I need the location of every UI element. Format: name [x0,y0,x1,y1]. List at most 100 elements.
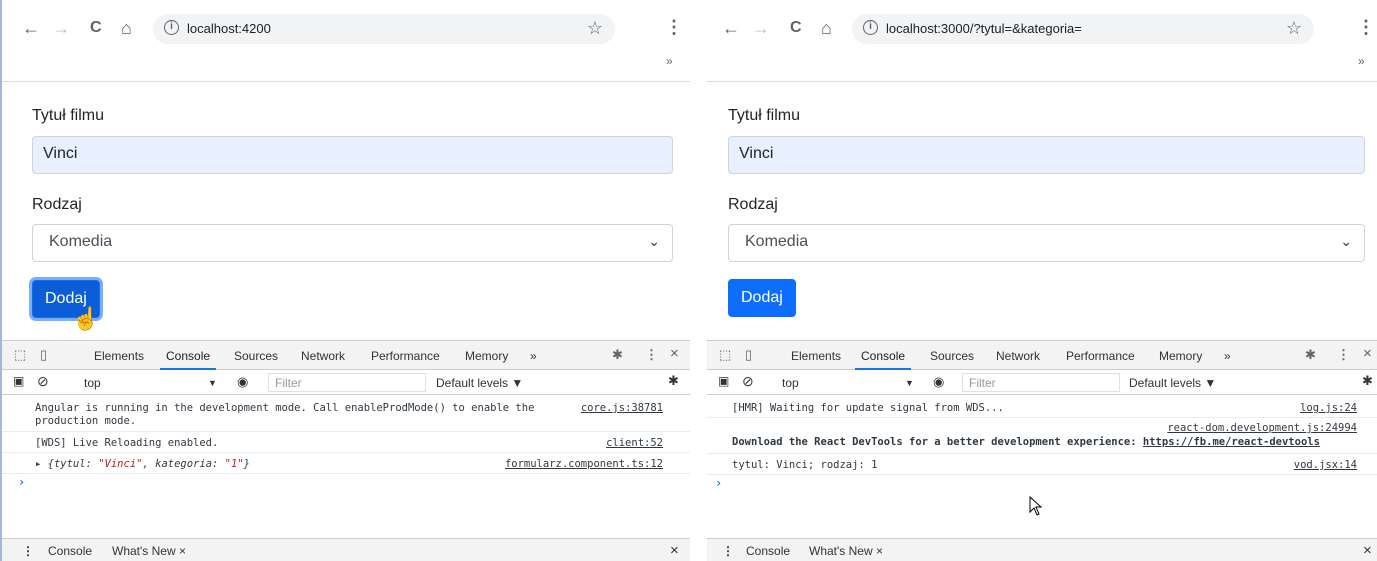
console-message: Download the React DevTools for a better… [732,436,1320,448]
browser-window-left: ← → C ⌂ i localhost:4200 ☆ ⋮ » Tytuł fil… [0,0,690,561]
context-select[interactable]: top [84,376,101,390]
inspect-element-icon[interactable]: ⬚ [14,347,26,363]
console-line[interactable]: ▸ {tytul: "Vinci", kategoria: "1"} formu… [0,453,690,474]
console-source-link[interactable]: core.js:38781 [581,402,663,414]
tab-sources[interactable]: Sources [930,349,974,363]
address-bar[interactable]: i localhost:3000/?tytul=&kategoria= ☆ [852,14,1314,44]
drawer-tab-whats-new[interactable]: What's New × [809,544,883,558]
more-tabs-icon[interactable]: » [1224,349,1231,363]
genre-select-value: Komedia [49,233,113,250]
log-levels-select[interactable]: Default levels ▼ [436,376,523,390]
devtools-tabbar: ⬚ ▯ Elements Console Sources Network Per… [0,341,690,370]
tab-sources[interactable]: Sources [234,349,278,363]
browser-toolbar: ← → C ⌂ i localhost:4200 ☆ ⋮ » [0,0,690,82]
mouse-pointer-icon [1029,496,1043,516]
gear-icon[interactable]: ✱ [612,347,623,363]
close-drawer-icon[interactable]: × [1363,542,1372,559]
tab-console[interactable]: Console [854,349,912,370]
browser-menu-icon[interactable]: ⋮ [1357,17,1375,38]
close-devtools-icon[interactable]: × [1363,345,1372,362]
react-devtools-link[interactable]: https://fb.me/react-devtools [1143,436,1320,448]
log-levels-select[interactable]: Default levels ▼ [1129,376,1216,390]
clear-console-icon[interactable]: ⊘ [742,373,754,390]
drawer-tab-whats-new[interactable]: What's New × [112,544,186,558]
console-message: tytul: Vinci; rodzaj: 1 [732,459,878,471]
drawer-tab-console[interactable]: Console [746,544,790,558]
console-object[interactable]: ▸ {tytul: "Vinci", kategoria: "1"} [35,458,250,470]
device-toolbar-icon[interactable]: ▯ [40,347,47,363]
tab-memory[interactable]: Memory [1159,349,1202,363]
console-prompt-icon[interactable]: › [18,475,25,489]
close-devtools-icon[interactable]: × [670,345,679,362]
inspect-element-icon[interactable]: ⬚ [719,347,731,363]
eye-icon[interactable]: ◉ [237,374,248,390]
context-select[interactable]: top [782,376,799,390]
browser-menu-icon[interactable]: ⋮ [665,17,683,38]
console-filterbar: ▣ ⊘ top ▼ ◉ Filter Default levels ▼ ✱ [0,370,690,395]
devtools-panel: ⬚ ▯ Elements Console Sources Network Per… [0,340,690,561]
tab-network[interactable]: Network [301,349,345,363]
eye-icon[interactable]: ◉ [933,374,944,390]
devtools-menu-icon[interactable]: ⋮ [645,347,658,363]
bookmark-star-icon[interactable]: ☆ [587,18,603,39]
console-source-link[interactable]: react-dom.development.js:24994 [1167,422,1357,434]
browser-window-right: ← → C ⌂ i localhost:3000/?tytul=&kategor… [707,0,1377,561]
reload-icon[interactable]: C [790,18,802,38]
tab-elements[interactable]: Elements [791,349,841,363]
title-input[interactable]: Vinci [728,136,1365,174]
back-icon[interactable]: ← [22,18,40,38]
window-edge [0,0,2,561]
gear-icon[interactable]: ✱ [1305,347,1316,363]
console-sidebar-icon[interactable]: ▣ [718,374,729,388]
console-source-link[interactable]: client:52 [606,437,663,449]
genre-select[interactable]: Komedia ⌄ [728,224,1365,262]
console-source-link[interactable]: log.js:24 [1300,402,1357,414]
forward-icon[interactable]: → [752,18,770,38]
context-dropdown-icon[interactable]: ▼ [905,378,914,388]
filter-input[interactable]: Filter [962,373,1120,392]
drawer-menu-icon[interactable]: ⋮ [722,544,734,558]
genre-select[interactable]: Komedia ⌄ [32,224,673,262]
device-toolbar-icon[interactable]: ▯ [745,347,752,363]
devtools-menu-icon[interactable]: ⋮ [1337,347,1350,363]
url-text[interactable]: localhost:4200 [187,21,271,36]
back-icon[interactable]: ← [722,18,740,38]
tab-memory[interactable]: Memory [465,349,508,363]
title-input[interactable]: Vinci [32,136,673,174]
console-filterbar: ▣ ⊘ top ▼ ◉ Filter Default levels ▼ ✱ [707,370,1377,395]
home-icon[interactable]: ⌂ [821,18,832,38]
context-dropdown-icon[interactable]: ▼ [208,378,217,388]
clear-console-icon[interactable]: ⊘ [37,373,49,390]
close-drawer-icon[interactable]: × [670,542,679,559]
filter-input[interactable]: Filter [268,373,426,392]
tab-performance[interactable]: Performance [371,349,440,363]
console-message: [HMR] Waiting for update signal from WDS… [732,402,1004,414]
more-tabs-icon[interactable]: » [530,349,537,363]
chevron-down-icon: ⌄ [1340,233,1352,249]
forward-icon[interactable]: → [52,18,70,38]
info-icon[interactable]: i [164,20,179,35]
address-bar[interactable]: i localhost:4200 ☆ [153,14,615,44]
tab-elements[interactable]: Elements [94,349,144,363]
drawer-menu-icon[interactable]: ⋮ [22,544,34,558]
devtools-tabbar: ⬚ ▯ Elements Console Sources Network Per… [707,341,1377,370]
console-prompt-icon[interactable]: › [715,476,722,490]
console-source-link[interactable]: formularz.component.ts:12 [505,458,663,470]
add-button[interactable]: Dodaj [728,279,796,317]
reload-icon[interactable]: C [90,18,102,38]
console-settings-gear-icon[interactable]: ✱ [1362,373,1373,389]
bookmarks-overflow-icon[interactable]: » [1358,54,1365,68]
drawer-tab-console[interactable]: Console [48,544,92,558]
bookmark-star-icon[interactable]: ☆ [1286,18,1302,39]
tab-console[interactable]: Console [159,349,217,370]
title-label: Tytuł filmu [32,107,105,124]
tab-performance[interactable]: Performance [1066,349,1135,363]
console-settings-gear-icon[interactable]: ✱ [668,373,679,389]
console-source-link[interactable]: vod.jsx:14 [1294,459,1357,471]
info-icon[interactable]: i [863,20,878,35]
url-text[interactable]: localhost:3000/?tytul=&kategoria= [886,21,1082,36]
home-icon[interactable]: ⌂ [121,18,132,38]
console-sidebar-icon[interactable]: ▣ [13,374,24,388]
tab-network[interactable]: Network [996,349,1040,363]
bookmarks-overflow-icon[interactable]: » [666,54,673,68]
